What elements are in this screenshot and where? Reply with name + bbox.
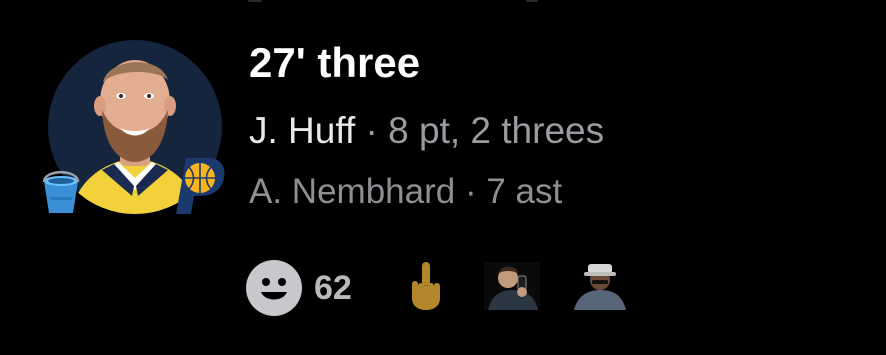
scorer-line: J. Huff · 8 pt, 2 threes xyxy=(249,108,604,154)
assist-name[interactable]: A. Nembhard xyxy=(249,172,455,211)
play-title: 27' three xyxy=(249,39,421,86)
smiley-icon xyxy=(261,278,287,300)
assist-line: A. Nembhard · 7 ast xyxy=(249,170,562,214)
assist-stat: 7 ast xyxy=(486,172,563,211)
pacers-logo xyxy=(176,158,225,214)
middle-finger-emoji[interactable] xyxy=(406,260,446,310)
top-content-edge xyxy=(0,0,886,6)
add-reaction-button[interactable] xyxy=(246,260,302,316)
separator: · xyxy=(464,172,477,211)
player-avatar[interactable] xyxy=(42,40,225,216)
custom-emoji-person-hat[interactable] xyxy=(572,258,628,310)
scorer-name[interactable]: J. Huff xyxy=(249,110,355,151)
custom-emoji-man-phone[interactable] xyxy=(484,262,540,310)
scorer-stat: 8 pt, 2 threes xyxy=(388,110,605,151)
separator: · xyxy=(365,110,378,151)
reaction-count: 62 xyxy=(314,269,352,307)
bucket-icon xyxy=(42,171,80,213)
